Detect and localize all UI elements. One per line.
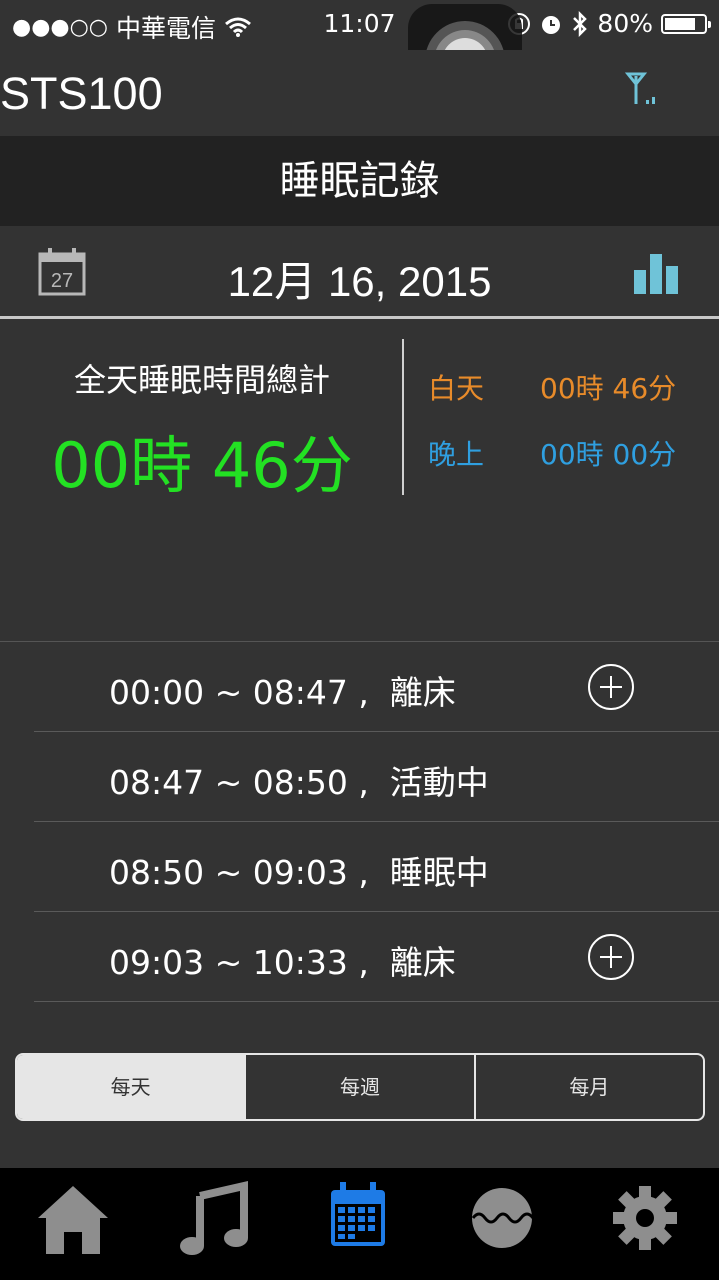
bottom-tab-bar [0, 1168, 719, 1280]
section-title: 睡眠記錄 [0, 136, 719, 226]
list-item[interactable]: 08:50 ~ 09:03 , 睡眠中 [34, 822, 719, 912]
bar-chart-icon[interactable] [632, 252, 680, 294]
total-sleep-label: 全天睡眠時間總計 [73, 361, 330, 399]
gear-icon[interactable] [600, 1176, 690, 1266]
list-item[interactable]: 09:03 ~ 10:33 , 離床 [34, 912, 719, 1002]
battery-percent: 80% [597, 9, 653, 38]
selected-date: 12月 16, 2015 [227, 258, 492, 305]
record-text: 08:50 ~ 09:03 , 睡眠中 [109, 853, 489, 892]
summary-divider [402, 339, 404, 495]
sleep-summary: 全天睡眠時間總計 00時 46分 白天 00時 46分 晚上 00時 00分 [0, 319, 719, 641]
daytime-value: 00時 46分 [540, 372, 677, 405]
bluetooth-icon [573, 10, 588, 37]
app-title: STS100 [0, 68, 163, 119]
date-row: 27 12月 16, 2015 [0, 226, 719, 318]
tab-monthly[interactable]: 每月 [473, 1055, 703, 1119]
antenna-signal-icon[interactable] [622, 70, 666, 114]
tab-weekly[interactable]: 每週 [244, 1055, 473, 1119]
home-icon[interactable] [28, 1176, 118, 1266]
record-text: 09:03 ~ 10:33 , 離床 [109, 943, 456, 982]
clock-time: 11:07 [323, 9, 396, 38]
record-text: 00:00 ~ 08:47 , 離床 [109, 673, 456, 712]
list-item[interactable]: 08:47 ~ 08:50 , 活動中 [34, 732, 719, 822]
wave-icon[interactable] [457, 1176, 547, 1266]
status-bar: ●●●○○ 中華電信 11:07 80% [0, 0, 719, 50]
tab-daily[interactable]: 每天 [17, 1055, 245, 1119]
nighttime-value: 00時 00分 [540, 438, 677, 471]
calendar-icon[interactable] [313, 1176, 403, 1266]
sleep-record-list[interactable]: 00:00 ~ 08:47 , 離床 08:47 ~ 08:50 , 活動中 0… [0, 642, 719, 1032]
total-sleep-value: 00時 46分 [51, 429, 353, 502]
battery-icon [661, 13, 711, 34]
daytime-label: 白天 [428, 372, 485, 405]
alarm-icon [542, 15, 561, 34]
add-note-button[interactable] [588, 934, 634, 980]
music-icon[interactable] [170, 1176, 260, 1266]
battery-fill [665, 17, 695, 30]
nighttime-label: 晚上 [428, 438, 485, 471]
app-header: STS100 [0, 50, 719, 136]
add-note-button[interactable] [588, 664, 634, 710]
list-item[interactable]: 00:00 ~ 08:47 , 離床 [34, 642, 719, 732]
record-text: 08:47 ~ 08:50 , 活動中 [109, 763, 489, 802]
period-segmented-control[interactable]: 每天 每週 每月 [15, 1053, 705, 1121]
